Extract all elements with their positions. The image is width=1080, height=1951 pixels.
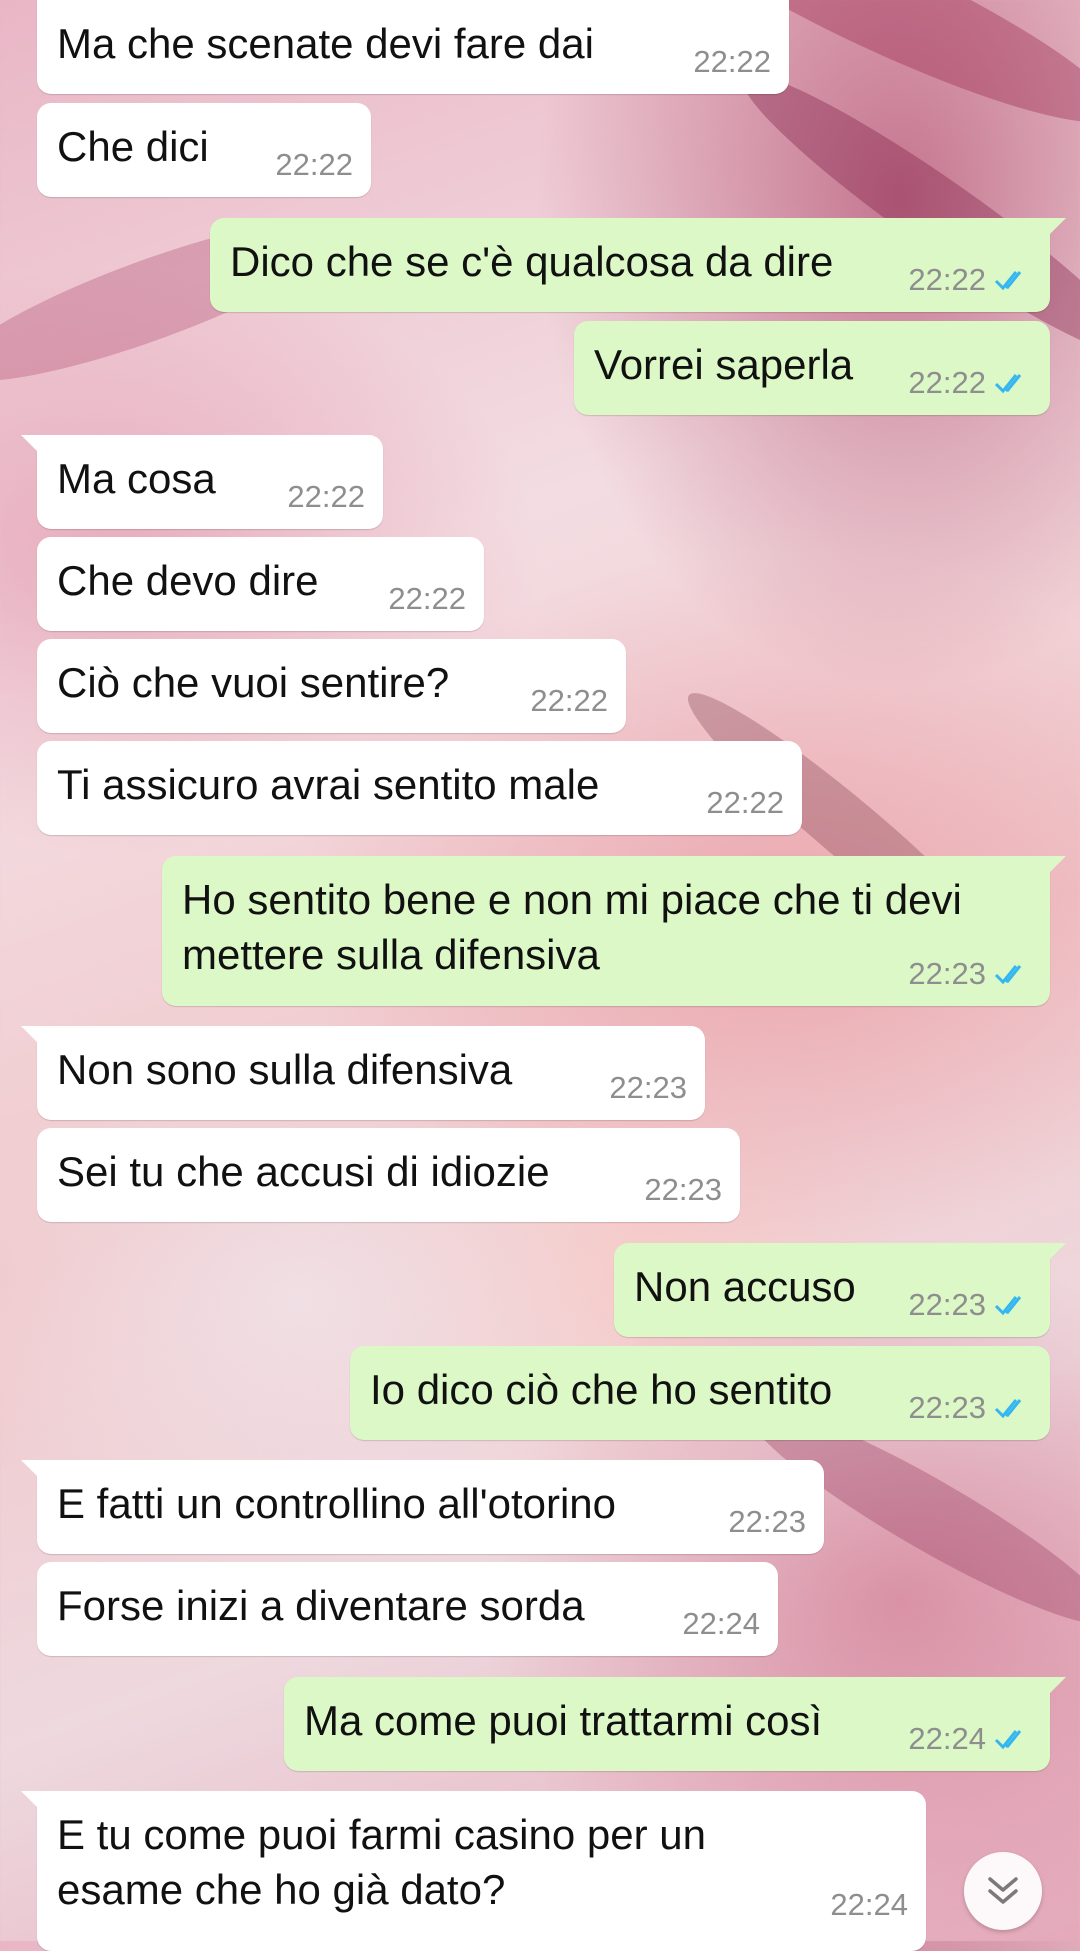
incoming-message[interactable]: Che dici 22:22 bbox=[37, 103, 371, 197]
message-time: 22:24 bbox=[908, 1721, 986, 1756]
message-text: Sei tu che accusi di idiozie bbox=[57, 1148, 550, 1195]
double-check-icon bbox=[994, 271, 1022, 291]
message-text-line: esame che ho già dato? bbox=[57, 1866, 506, 1913]
message-text: E fatti un controllino all'otorino bbox=[57, 1480, 617, 1527]
outgoing-message[interactable]: Ma come puoi trattarmi così 22:24 bbox=[284, 1677, 1066, 1771]
message-time: 22:22 bbox=[287, 479, 365, 514]
message-time: 22:24 bbox=[830, 1887, 908, 1922]
incoming-message[interactable]: E fatti un controllino all'otorino 22:23 bbox=[21, 1460, 824, 1554]
message-time: 22:22 bbox=[706, 785, 784, 820]
incoming-message[interactable]: Forse inizi a diventare sorda 22:24 bbox=[37, 1562, 778, 1656]
chat-area: Ma che scenate devi fare dai 22:22 Che d… bbox=[0, 0, 1080, 1951]
message-time: 22:22 bbox=[693, 44, 771, 79]
message-time: 22:23 bbox=[908, 1287, 986, 1322]
message-text: Ti assicuro avrai sentito male bbox=[57, 761, 600, 808]
message-time: 22:22 bbox=[908, 365, 986, 400]
message-time: 22:22 bbox=[908, 262, 986, 297]
message-time: 22:22 bbox=[388, 581, 466, 616]
incoming-message[interactable]: Ma che scenate devi fare dai 22:22 bbox=[37, 0, 789, 94]
double-check-icon bbox=[994, 1296, 1022, 1316]
incoming-message[interactable]: Sei tu che accusi di idiozie 22:23 bbox=[37, 1128, 740, 1222]
message-time: 22:23 bbox=[609, 1070, 687, 1105]
incoming-message[interactable]: E tu come puoi farmi casino per un esame… bbox=[21, 1791, 926, 1951]
message-time: 22:23 bbox=[728, 1504, 806, 1539]
incoming-message[interactable]: Ciò che vuoi sentire? 22:22 bbox=[37, 639, 626, 733]
chevron-double-down-icon bbox=[988, 1877, 1018, 1904]
incoming-message[interactable]: Ti assicuro avrai sentito male 22:22 bbox=[37, 741, 802, 835]
message-text: Forse inizi a diventare sorda bbox=[57, 1582, 585, 1629]
message-text: Non sono sulla difensiva bbox=[57, 1046, 513, 1093]
message-time: 22:23 bbox=[908, 956, 986, 991]
message-time: 22:24 bbox=[682, 1606, 760, 1641]
double-check-icon bbox=[994, 1399, 1022, 1419]
message-text-line: mettere sulla difensiva bbox=[182, 931, 600, 978]
message-text: Ciò che vuoi sentire? bbox=[57, 659, 450, 706]
double-check-icon bbox=[994, 965, 1022, 985]
message-text-line: E tu come puoi farmi casino per un bbox=[57, 1811, 706, 1858]
message-time: 22:22 bbox=[530, 683, 608, 718]
outgoing-message[interactable]: Dico che se c'è qualcosa da dire 22:22 bbox=[210, 218, 1066, 312]
incoming-message[interactable]: Ma cosa 22:22 bbox=[21, 435, 383, 529]
message-time: 22:23 bbox=[644, 1172, 722, 1207]
message-time: 22:23 bbox=[908, 1390, 986, 1425]
message-text: Ma che scenate devi fare dai bbox=[57, 20, 594, 67]
outgoing-message[interactable]: Non accuso 22:23 bbox=[614, 1243, 1066, 1337]
incoming-message[interactable]: Che devo dire 22:22 bbox=[37, 537, 484, 631]
scroll-to-bottom-button[interactable] bbox=[964, 1852, 1042, 1930]
incoming-message[interactable]: Non sono sulla difensiva 22:23 bbox=[21, 1026, 705, 1120]
outgoing-message[interactable]: Io dico ciò che ho sentito 22:23 bbox=[350, 1346, 1050, 1440]
double-check-icon bbox=[994, 1730, 1022, 1750]
double-check-icon bbox=[994, 374, 1022, 394]
outgoing-message[interactable]: Vorrei saperla 22:22 bbox=[574, 321, 1050, 415]
outgoing-message[interactable]: Ho sentito bene e non mi piace che ti de… bbox=[162, 856, 1066, 1006]
message-text-line: Ho sentito bene e non mi piace che ti de… bbox=[182, 876, 962, 923]
message-time: 22:22 bbox=[275, 147, 353, 182]
